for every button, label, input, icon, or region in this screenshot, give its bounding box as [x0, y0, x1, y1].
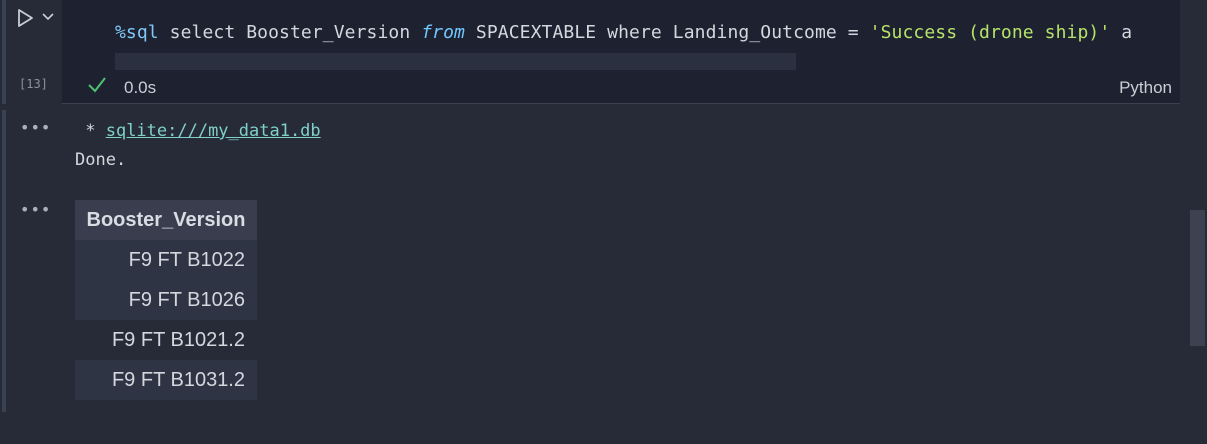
table-row: F9 FT B1026 — [75, 280, 257, 320]
vertical-scrollbar[interactable] — [1190, 210, 1205, 346]
table-header-booster-version: Booster_Version — [75, 200, 257, 240]
cell-status-bar: 0.0s Python — [0, 74, 1207, 100]
done-message: Done. — [75, 150, 127, 170]
check-icon — [88, 77, 106, 93]
code-segment: a — [1110, 22, 1133, 43]
table-row: F9 FT B1021.2 — [111, 329, 245, 351]
play-icon — [18, 9, 33, 27]
connection-prefix: * — [75, 121, 106, 141]
horizontal-scrollbar[interactable] — [115, 53, 796, 70]
kernel-language[interactable]: Python — [1119, 78, 1172, 98]
string-literal: 'Success (drone ship)' — [869, 22, 1111, 43]
database-link[interactable]: sqlite:///my_data1.db — [106, 121, 321, 141]
execution-time: 0.0s — [124, 78, 157, 97]
output-cell-gutter — [2, 110, 6, 412]
table-row: F9 FT B1022 — [75, 240, 257, 280]
code-segment: select Booster_Version — [158, 22, 422, 43]
more-icon: ••• — [20, 118, 52, 137]
run-options-button[interactable] — [40, 8, 56, 26]
connection-line: * sqlite:///my_data1.db — [75, 121, 321, 141]
result-table: Booster_Version F9 FT B1022 F9 FT B1026 … — [75, 200, 257, 400]
output-more-button[interactable]: ••• — [20, 118, 51, 137]
from-keyword: from — [421, 22, 465, 43]
sql-magic-token: %sql — [115, 22, 159, 43]
output-more-button[interactable]: ••• — [20, 200, 51, 219]
table-row: F9 FT B1031.2 — [75, 360, 257, 400]
more-icon: ••• — [20, 200, 52, 219]
run-cell-button[interactable] — [12, 6, 38, 30]
code-line[interactable]: %sql select Booster_Version from SPACEXT… — [115, 22, 1132, 43]
code-segment: SPACEXTABLE where Landing_Outcome = — [465, 22, 870, 43]
chevron-down-icon — [42, 13, 54, 21]
